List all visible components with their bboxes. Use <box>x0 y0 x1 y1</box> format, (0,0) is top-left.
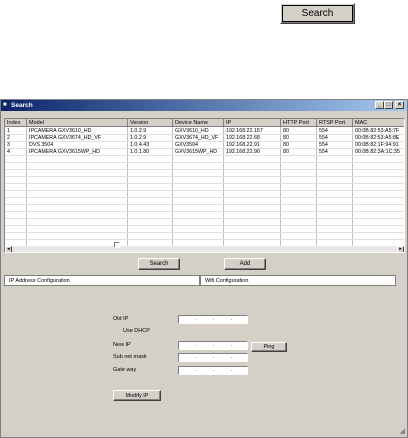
row-divider <box>5 190 404 191</box>
table-cell: 00:0B:82:3A:1C:35 <box>355 149 400 155</box>
row-divider <box>5 197 404 198</box>
horizontal-scrollbar[interactable]: ◂ ▸ <box>5 246 404 252</box>
row-divider <box>5 176 404 177</box>
minimize-button[interactable]: _ <box>375 101 384 109</box>
device-table[interactable]: Index Model Version Device Name IP HTTP Port R… <box>4 118 405 253</box>
table-cell: 00:0B:82:53:A5:7F <box>355 128 400 134</box>
table-cell: 00:0B:82:53:A5:8E <box>355 135 400 141</box>
window-title: Search <box>11 102 33 109</box>
search-button[interactable]: Search <box>138 258 180 270</box>
table-cell: 554 <box>319 142 328 148</box>
use-dhcp-label: Use DHCP <box>123 328 150 334</box>
table-cell: 554 <box>319 128 328 134</box>
scroll-left-arrow-icon[interactable]: ◂ <box>5 246 12 252</box>
add-button[interactable]: Add <box>224 258 266 270</box>
table-cell: 80 <box>283 135 289 141</box>
subnet-mask-label: Sub net mask <box>113 354 147 360</box>
table-cell: 554 <box>319 135 328 141</box>
title-bar[interactable]: ■ Search _ □ × <box>1 100 407 111</box>
new-ip-field[interactable]: ... <box>178 341 248 350</box>
table-cell: 3 <box>7 142 10 148</box>
table-cell: GXV3610_HD <box>175 128 209 134</box>
table-cell: GXV3504 <box>175 142 198 148</box>
row-divider <box>5 183 404 184</box>
search-window: ■ Search _ □ × Index Model Version Device N… <box>0 99 408 438</box>
new-ip-label: New IP <box>113 342 131 348</box>
table-cell: 00:0B:82:1F:94:91 <box>355 142 399 148</box>
table-cell: 192.168.22.90 <box>226 149 260 155</box>
app-icon: ■ <box>3 102 7 108</box>
table-row[interactable]: 1 IPCAMERA GXV3610_HD 1.0.2.9 GXV3610_HD 192… <box>5 128 404 135</box>
top-search-button[interactable]: Search <box>280 3 355 24</box>
table-cell: 2 <box>7 135 10 141</box>
row-divider <box>5 218 404 219</box>
table-cell: IPCAMERA GXV3610_HD <box>29 128 92 134</box>
row-divider <box>5 239 404 240</box>
table-cell: IPCAMERA GXV3674_HD_VF <box>29 135 102 141</box>
column-header[interactable]: Device Name <box>173 119 224 127</box>
row-divider <box>5 169 404 170</box>
table-row[interactable]: 3 DVS 3504 1.0.4.43 GXV3504 192.168.22.91 80 5… <box>5 142 404 149</box>
modify-ip-button[interactable]: Modify IP <box>113 390 161 401</box>
table-cell: IPCAMERA GXV3615WP_HD <box>29 149 100 155</box>
close-button[interactable]: × <box>395 101 404 109</box>
table-cell: DVS 3504 <box>29 142 54 148</box>
old-ip-label: Old IP <box>113 316 129 322</box>
column-header[interactable]: Index <box>5 119 27 127</box>
table-cell: 1 <box>7 128 10 134</box>
row-divider <box>5 204 404 205</box>
table-cell: GXV3674_HD_VF <box>175 135 219 141</box>
table-cell: 1.0.1.80 <box>130 149 150 155</box>
subnet-mask-field[interactable]: ... <box>178 353 248 362</box>
table-cell: 192.168.22.157 <box>226 128 263 134</box>
maximize-button[interactable]: □ <box>384 101 393 109</box>
column-header[interactable]: RTSP Port <box>317 119 353 127</box>
table-cell: 1.0.2.9 <box>130 135 147 141</box>
table-row[interactable]: 2 IPCAMERA GXV3674_HD_VF 1.0.2.9 GXV3674_HD… <box>5 135 404 142</box>
config-tabs: IP Address Configuration Wifi Configurat… <box>4 275 405 286</box>
column-header[interactable]: MAC <box>353 119 404 127</box>
table-row[interactable]: 4 IPCAMERA GXV3615WP_HD 1.0.1.80 GXV3615WP_… <box>5 149 404 156</box>
row-divider <box>5 225 404 226</box>
column-header[interactable]: HTTP Port <box>281 119 317 127</box>
old-ip-field[interactable]: ... <box>178 315 248 324</box>
table-cell: 4 <box>7 149 10 155</box>
table-cell: 1.0.4.43 <box>130 142 150 148</box>
column-header[interactable]: Model <box>27 119 128 127</box>
ping-button[interactable]: Ping <box>251 342 287 352</box>
row-divider <box>5 162 404 163</box>
table-cell: 192.168.22.91 <box>226 142 260 148</box>
table-cell: 80 <box>283 142 289 148</box>
table-cell: 554 <box>319 149 328 155</box>
column-header[interactable]: IP <box>224 119 281 127</box>
gateway-field[interactable]: ... <box>178 366 248 375</box>
table-cell: 80 <box>283 149 289 155</box>
table-cell: GXV3615WP_HD <box>175 149 218 155</box>
table-header: Index Model Version Device Name IP HTTP Port R… <box>5 119 404 127</box>
table-cell: 80 <box>283 128 289 134</box>
scroll-right-arrow-icon[interactable]: ▸ <box>397 246 404 252</box>
table-cell: 192.168.22.68 <box>226 135 260 141</box>
table-cell: 1.0.2.9 <box>130 128 147 134</box>
gateway-label: Gate way <box>113 367 137 373</box>
row-divider <box>5 211 404 212</box>
column-header[interactable]: Version <box>128 119 173 127</box>
tab-wifi-configuration[interactable]: Wifi Configuration <box>200 275 396 286</box>
resize-grip-icon[interactable]: ◢ <box>400 427 405 435</box>
use-dhcp-checkbox[interactable] <box>114 242 120 248</box>
tab-ip-address-configuration[interactable]: IP Address Configuration <box>4 275 200 286</box>
row-divider <box>5 232 404 233</box>
